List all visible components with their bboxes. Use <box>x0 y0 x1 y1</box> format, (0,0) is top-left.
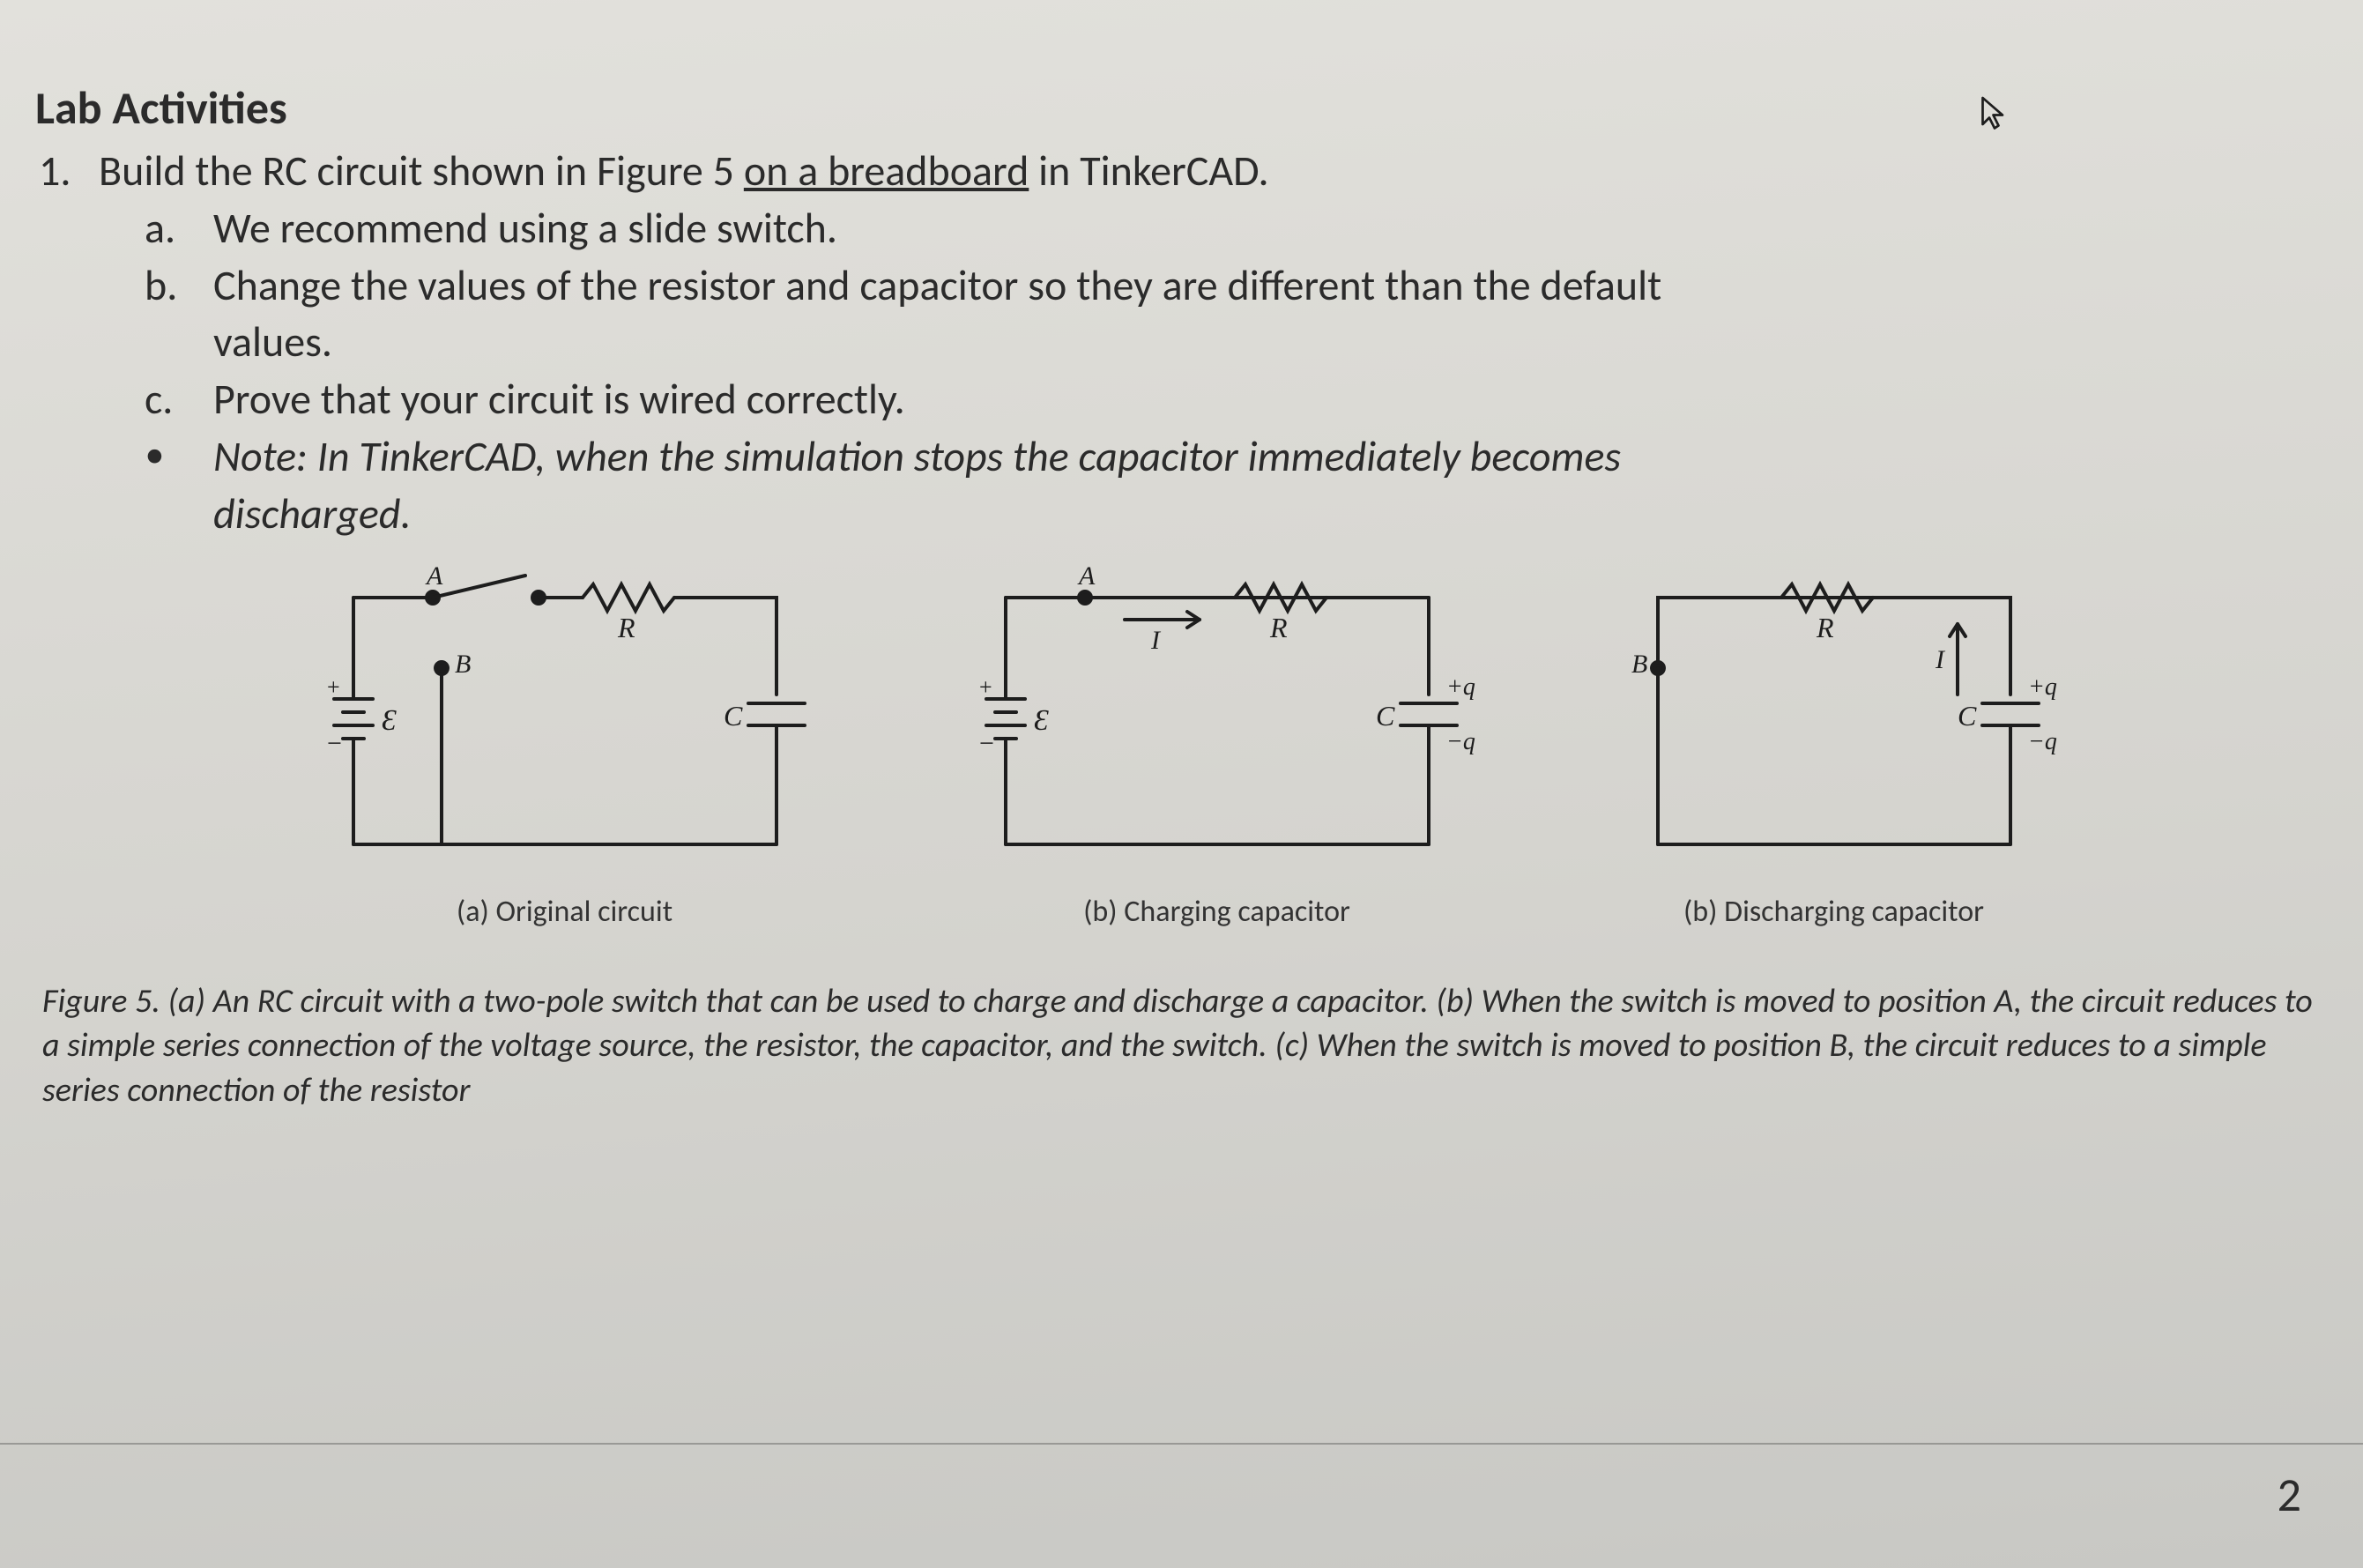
svg-text:+q: +q <box>2028 673 2057 701</box>
list-text: Prove that your circuit is wired correct… <box>213 371 905 428</box>
list-text: Build the RC circuit shown in Figure 5 o… <box>99 143 1269 200</box>
list-marker: c. <box>145 371 190 428</box>
svg-text:−q: −q <box>1446 728 1475 755</box>
svg-text:Ɛ: Ɛ <box>382 704 397 737</box>
sub-item-note: • Note: In TinkerCAD, when the simulatio… <box>145 428 2328 486</box>
svg-text:R: R <box>1269 612 1288 643</box>
list-marker: b. <box>145 257 190 315</box>
sub-item-b: b. Change the values of the resistor and… <box>145 257 2328 315</box>
svg-text:−: − <box>979 729 994 758</box>
circuit-c-svg: B R C +q −q I <box>1605 554 2063 888</box>
svg-text:I: I <box>1935 645 1946 674</box>
list-marker-empty <box>145 314 190 371</box>
sub-item-b-cont: values. <box>145 314 2328 371</box>
svg-text:−: − <box>327 729 342 758</box>
svg-text:+q: +q <box>1446 673 1475 701</box>
text-post: in TinkerCAD. <box>1029 145 1268 197</box>
sub-item-c: c. Prove that your circuit is wired corr… <box>145 371 2328 428</box>
text-underlined: on a breadboard <box>744 145 1029 197</box>
svg-text:B: B <box>1631 650 1647 679</box>
svg-text:−q: −q <box>2028 728 2057 755</box>
circuit-a-caption: (a) Original circuit <box>457 894 672 930</box>
list-text: We recommend using a slide switch. <box>213 200 837 257</box>
circuit-b: + − Ɛ A I R <box>953 554 1482 930</box>
circuit-a: + − Ɛ A B <box>301 554 829 930</box>
circuit-c-caption: (b) Discharging capacitor <box>1683 894 1984 930</box>
text-pre: Build the RC circuit shown in Figure 5 <box>99 145 744 197</box>
sub-item-note-cont: discharged. <box>145 486 2328 543</box>
svg-text:+: + <box>327 674 340 700</box>
svg-text:A: A <box>1077 561 1096 591</box>
list-marker: a. <box>145 200 190 257</box>
figure-row: + − Ɛ A B <box>35 554 2328 930</box>
cursor-pointer-icon <box>1979 95 2010 132</box>
svg-text:+: + <box>979 674 992 700</box>
circuit-b-caption: (b) Charging capacitor <box>1083 894 1350 930</box>
svg-text:C: C <box>724 700 743 732</box>
text-line: Change the values of the resistor and ca… <box>213 259 1661 311</box>
list-marker-empty <box>145 486 190 543</box>
list-text: Change the values of the resistor and ca… <box>213 257 1661 315</box>
page-number: 2 <box>2278 1466 2301 1524</box>
svg-text:A: A <box>425 561 443 591</box>
svg-text:C: C <box>1376 700 1395 732</box>
circuit-c: B R C +q −q I <box>1605 554 2063 930</box>
bullet-icon: • <box>145 428 190 486</box>
list-text: values. <box>213 314 332 371</box>
list-text: Note: In TinkerCAD, when the simulation … <box>213 428 1621 486</box>
circuit-b-svg: + − Ɛ A I R <box>953 554 1482 888</box>
document-page: Lab Activities 1. Build the RC circuit s… <box>0 0 2363 1568</box>
list-item-1: 1. Build the RC circuit shown in Figure … <box>39 143 2328 200</box>
svg-text:R: R <box>617 612 635 643</box>
sub-list: a. We recommend using a slide switch. b.… <box>141 200 2328 543</box>
sub-item-a: a. We recommend using a slide switch. <box>145 200 2328 257</box>
svg-text:B: B <box>455 650 471 679</box>
svg-text:Ɛ: Ɛ <box>1034 704 1049 737</box>
svg-text:C: C <box>1958 700 1977 732</box>
horizontal-rule <box>0 1443 2363 1445</box>
svg-text:I: I <box>1150 626 1162 655</box>
svg-text:R: R <box>1816 612 1834 643</box>
figure-5-caption: Figure 5. (a) An RC circuit with a two-p… <box>35 979 2328 1114</box>
list-marker: 1. <box>39 143 76 200</box>
circuit-a-svg: + − Ɛ A B <box>301 554 829 888</box>
list-text: discharged. <box>213 486 412 543</box>
